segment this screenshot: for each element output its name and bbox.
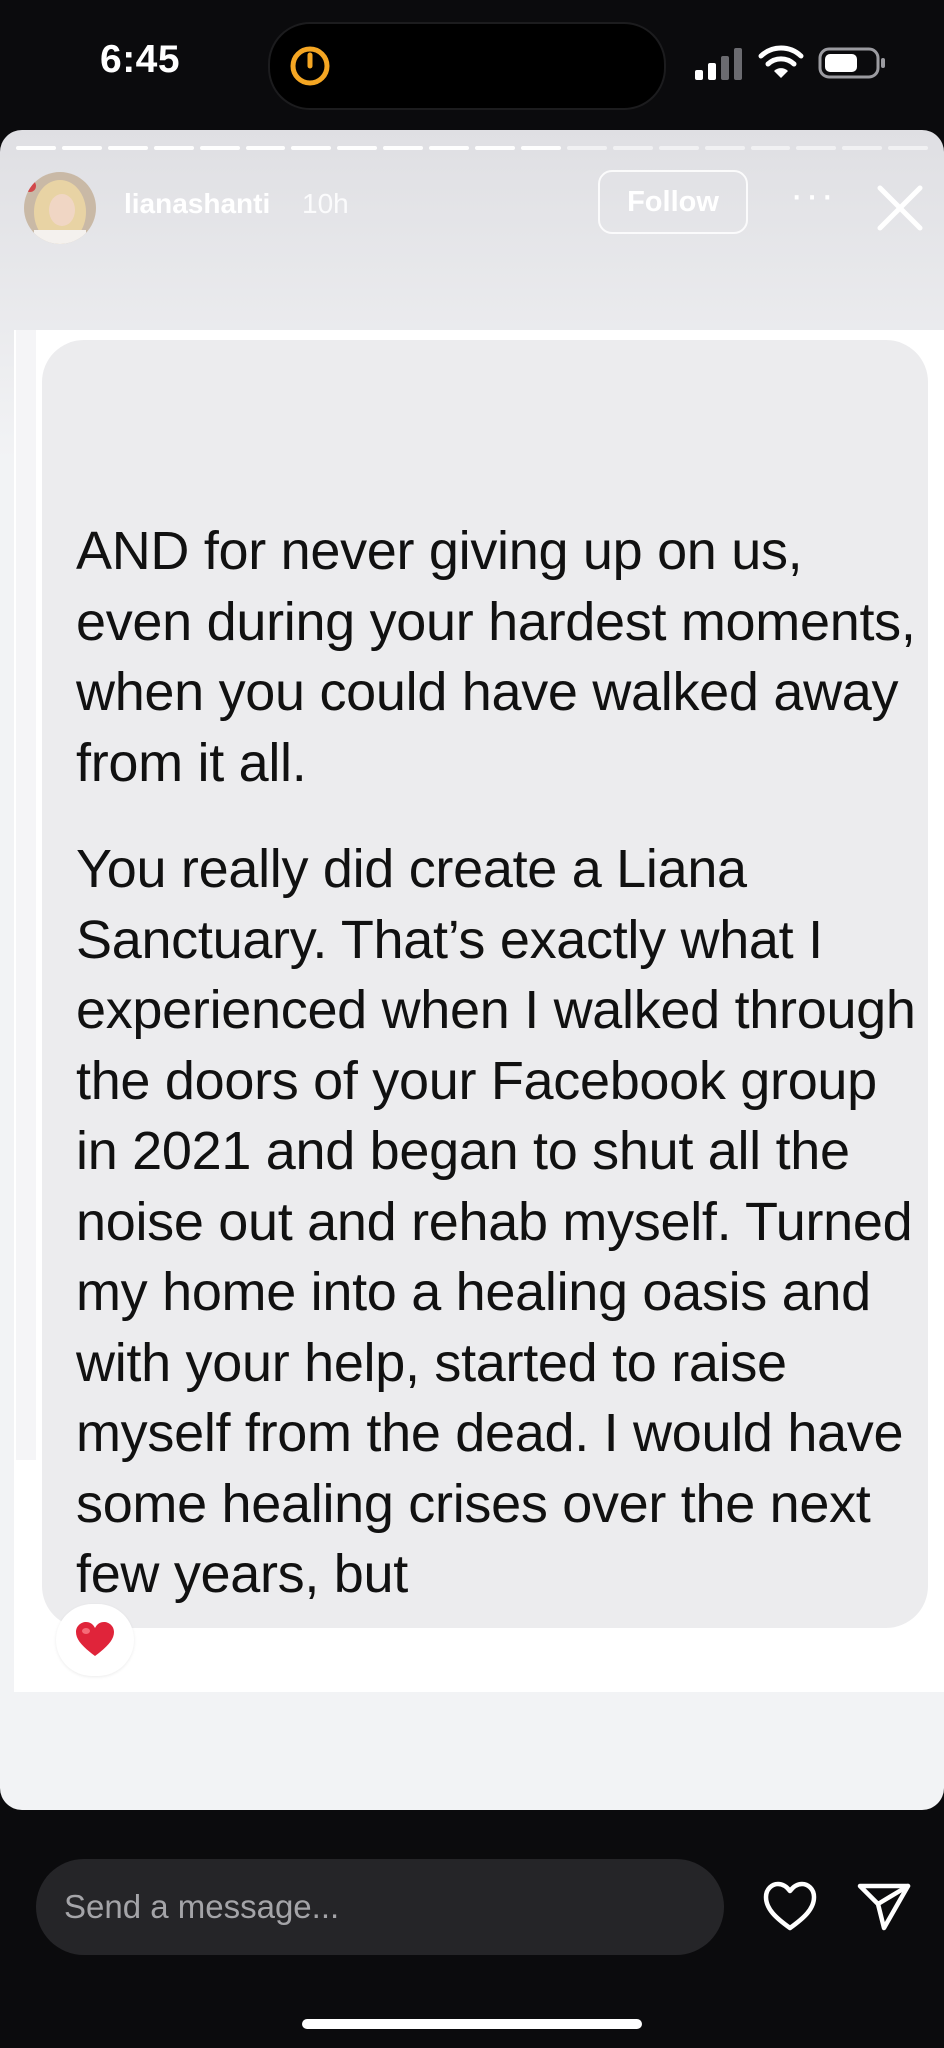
- profile-photo: [24, 172, 96, 244]
- story-username[interactable]: lianashanti: [124, 188, 270, 220]
- progress-segment: [245, 146, 286, 150]
- cellular-signal-icon: [695, 48, 742, 80]
- progress-segment: [383, 146, 424, 150]
- timer-icon: [290, 46, 330, 86]
- progress-segment: [796, 146, 837, 150]
- progress-segment: [658, 146, 699, 150]
- message-reaction: [56, 1604, 134, 1676]
- progress-segment: [199, 146, 240, 150]
- close-icon[interactable]: [870, 178, 930, 238]
- progress-segment: [475, 146, 515, 150]
- progress-segment: [704, 146, 745, 150]
- heart-icon[interactable]: [762, 1880, 818, 1932]
- avatar[interactable]: [24, 172, 96, 244]
- progress-segment: [566, 146, 607, 150]
- progress-segment: [107, 146, 148, 150]
- screenshot-edge: [16, 330, 36, 1460]
- status-bar: 6:45: [0, 0, 944, 130]
- wifi-icon: [758, 45, 804, 78]
- progress-segment: [520, 146, 561, 150]
- send-icon[interactable]: [856, 1880, 912, 1932]
- progress-segment: [429, 146, 470, 150]
- story-time-ago: 10h: [302, 188, 349, 219]
- story-viewer[interactable]: lianashanti 10h Follow ··· AND for never…: [0, 130, 944, 1810]
- progress-segment: [61, 146, 102, 150]
- battery-icon: [818, 47, 885, 79]
- message-bubble: AND for never giving up on us, even duri…: [42, 340, 928, 1628]
- more-options-button[interactable]: ···: [788, 175, 838, 218]
- send-message-input[interactable]: [36, 1859, 724, 1955]
- progress-segment: [842, 146, 883, 150]
- message-paragraph-2: You really did create a Liana Sanctuary.…: [76, 839, 916, 1604]
- story-progress-bar: [16, 146, 929, 150]
- heart-reaction-icon: [76, 1622, 114, 1656]
- progress-segment: [16, 146, 56, 150]
- progress-segment: [888, 146, 929, 150]
- message-paragraph-1: AND for never giving up on us, even duri…: [76, 521, 916, 793]
- progress-segment: [291, 146, 332, 150]
- status-time: 6:45: [100, 38, 181, 81]
- home-indicator[interactable]: [302, 2019, 642, 2029]
- progress-segment: [153, 146, 194, 150]
- dynamic-island: [268, 22, 666, 110]
- progress-segment: [612, 146, 653, 150]
- progress-segment: [750, 146, 791, 150]
- progress-segment: [337, 146, 378, 150]
- follow-button[interactable]: Follow: [598, 170, 748, 234]
